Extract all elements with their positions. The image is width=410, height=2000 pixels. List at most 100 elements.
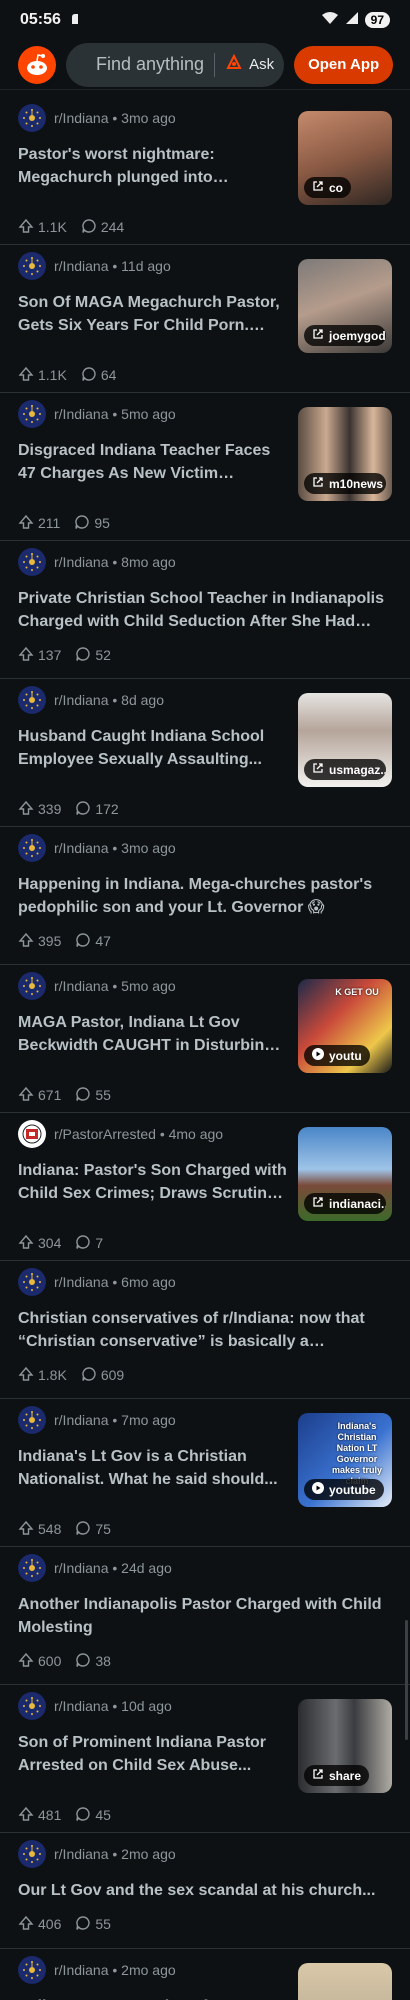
post-card-11[interactable]: r/Indiana • 24d ago Another Indianapolis… [0,1547,410,1685]
comments-button[interactable]: 55 [75,1915,111,1934]
post-thumbnail[interactable] [298,1963,392,2000]
upvote-button[interactable]: 137 [18,646,61,665]
subreddit-icon[interactable] [18,1692,46,1720]
scrollbar[interactable] [405,1620,408,1740]
post-thumbnail[interactable]: share [298,1699,392,1793]
search-bar[interactable]: Find anything Ask [66,42,285,87]
open-app-button[interactable]: Open App [294,45,394,84]
subreddit-icon[interactable] [18,1406,46,1434]
post-card-7[interactable]: r/Indiana • 5mo ago MAGA Pastor, Indiana… [0,965,410,1113]
reddit-logo[interactable] [18,45,56,84]
upvote-button[interactable]: 406 [18,1915,61,1934]
post-card-12[interactable]: r/Indiana • 10d ago Son of Prominent Ind… [0,1685,410,1833]
subreddit-icon[interactable] [18,1120,46,1148]
post-meta: r/Indiana • 5mo ago [18,971,288,1001]
upvote-button[interactable]: 304 [18,1234,61,1253]
post-title[interactable]: Christian conservatives of r/Indiana: no… [18,1307,392,1353]
comments-button[interactable]: 64 [81,366,116,385]
upvote-button[interactable]: 548 [18,1520,61,1539]
post-meta: r/Indiana • 24d ago [18,1553,392,1583]
post-title[interactable]: Another Indianapolis Pastor Charged with… [18,1593,392,1639]
post-subreddit-and-age: r/Indiana • 24d ago [54,1560,172,1576]
comments-button[interactable]: 172 [75,800,119,819]
post-thumbnail[interactable]: co [298,111,392,205]
upvote-button[interactable]: 1.1K [18,218,67,237]
post-thumbnail[interactable]: usmagaz... [298,693,392,787]
upvote-button[interactable]: 1.8K [18,1366,67,1385]
post-thumbnail[interactable]: m10news [298,407,392,501]
post-card-2[interactable]: r/Indiana • 11d ago Son Of MAGA Megachur… [0,245,410,393]
post-title[interactable]: Husband Caught Indiana School Employee S… [18,725,288,771]
thumbnail-source-label[interactable]: indianaci... [304,1193,386,1214]
comments-button[interactable]: 7 [75,1234,103,1253]
upvote-button[interactable]: 671 [18,1086,61,1105]
post-card-13[interactable]: r/Indiana • 2mo ago Our Lt Gov and the s… [0,1833,410,1949]
comment-icon [81,1366,97,1385]
post-thumbnail[interactable]: Indiana's Christian Nation LT Governor m… [298,1413,392,1507]
subreddit-icon[interactable] [18,1956,46,1984]
comments-button[interactable]: 47 [75,932,111,951]
subreddit-icon[interactable] [18,686,46,714]
upvote-button[interactable]: 1.1K [18,366,67,385]
ask-button[interactable]: Ask [225,53,274,76]
subreddit-icon[interactable] [18,104,46,132]
post-card-8[interactable]: r/PastorArrested • 4mo ago Indiana: Past… [0,1113,410,1261]
post-title[interactable]: Private Christian School Teacher in Indi… [18,587,392,633]
comments-button[interactable]: 52 [75,646,111,665]
upvote-button[interactable]: 600 [18,1652,61,1671]
upvote-count: 395 [38,933,62,949]
thumbnail-source-label[interactable]: youtu [304,1045,370,1066]
post-title[interactable]: Son Of MAGA Megachurch Pastor, Gets Six … [18,291,288,337]
subreddit-icon[interactable] [18,1268,46,1296]
post-title[interactable]: Indiana's Lt Gov is a Christian National… [18,1445,288,1491]
post-stats: 304 7 [18,1223,392,1263]
thumbnail-source-label[interactable]: youtube [304,1479,384,1500]
post-subreddit-and-age: r/Indiana • 7mo ago [54,1412,176,1428]
post-card-6[interactable]: r/Indiana • 3mo ago Happening in Indiana… [0,827,410,965]
post-title[interactable]: Indiana senator resigns from [18,1995,288,2000]
post-title[interactable]: MAGA Pastor, Indiana Lt Gov Beckwidth CA… [18,1011,288,1057]
upvote-button[interactable]: 211 [18,514,60,533]
post-card-10[interactable]: r/Indiana • 7mo ago Indiana's Lt Gov is … [0,1399,410,1547]
comments-button[interactable]: 609 [81,1366,124,1385]
upvote-icon [18,1234,34,1253]
post-title[interactable]: Our Lt Gov and the sex scandal at his ch… [18,1879,392,1902]
subreddit-icon[interactable] [18,1840,46,1868]
comments-button[interactable]: 38 [75,1652,111,1671]
thumbnail-source-label[interactable]: m10news [304,473,386,494]
subreddit-icon[interactable] [18,834,46,862]
subreddit-icon[interactable] [18,252,46,280]
post-card-3[interactable]: r/Indiana • 5mo ago Disgraced Indiana Te… [0,393,410,541]
comments-button[interactable]: 45 [75,1806,111,1825]
post-card-14[interactable]: r/Indiana • 2mo ago Indiana senator resi… [0,1949,410,2000]
upvote-button[interactable]: 395 [18,932,61,951]
post-thumbnail[interactable]: K GET OU youtu [298,979,392,1073]
comments-button[interactable]: 75 [75,1520,111,1539]
post-thumbnail[interactable]: indianaci... [298,1127,392,1221]
post-title[interactable]: Disgraced Indiana Teacher Faces 47 Charg… [18,439,288,485]
subreddit-icon[interactable] [18,400,46,428]
thumbnail-source-label[interactable]: usmagaz... [304,759,386,780]
post-title[interactable]: Happening in Indiana. Mega-churches past… [18,873,392,919]
post-card-5[interactable]: r/Indiana • 8d ago Husband Caught Indian… [0,679,410,827]
post-card-1[interactable]: r/Indiana • 3mo ago Pastor's worst night… [0,97,410,245]
subreddit-icon[interactable] [18,548,46,576]
subreddit-icon[interactable] [18,972,46,1000]
post-card-9[interactable]: r/Indiana • 6mo ago Christian conservati… [0,1261,410,1399]
upvote-button[interactable]: 481 [18,1806,61,1825]
subreddit-icon[interactable] [18,1554,46,1582]
comment-count: 609 [100,1367,125,1383]
comments-button[interactable]: 95 [74,514,110,533]
upvote-icon [18,1086,34,1105]
comments-button[interactable]: 55 [75,1086,111,1105]
thumbnail-source-label[interactable]: share [304,1765,370,1786]
post-card-4[interactable]: r/Indiana • 8mo ago Private Christian Sc… [0,541,410,679]
thumbnail-source-label[interactable]: joemygod [304,325,386,346]
post-thumbnail[interactable]: joemygod [298,259,392,353]
post-title[interactable]: Son of Prominent Indiana Pastor Arrested… [18,1731,288,1777]
comments-button[interactable]: 244 [81,218,124,237]
upvote-button[interactable]: 339 [18,800,61,819]
post-title[interactable]: Indiana: Pastor's Son Charged with Child… [18,1159,288,1205]
thumbnail-source-label[interactable]: co [304,177,352,198]
post-title[interactable]: Pastor's worst nightmare: Megachurch plu… [18,143,288,189]
